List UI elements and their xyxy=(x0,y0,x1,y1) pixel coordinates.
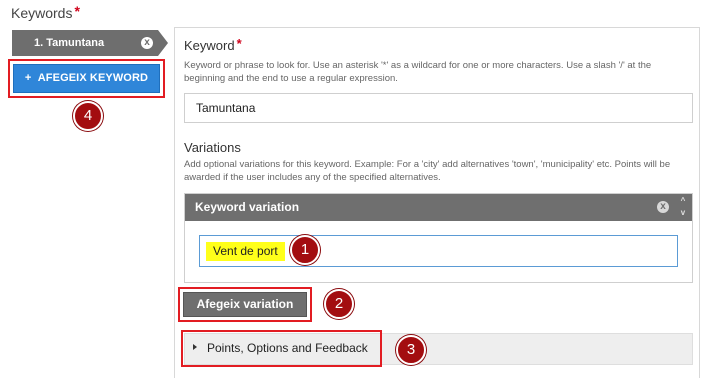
add-keyword-button[interactable]: + AFEGEIX KEYWORD xyxy=(13,64,160,93)
close-icon[interactable]: x xyxy=(141,37,153,49)
variations-label: Variations xyxy=(184,140,241,155)
annotation-badge-2: 2 xyxy=(324,289,354,319)
keyword-help-text: Keyword or phrase to look for. Use an as… xyxy=(184,60,652,84)
required-mark: * xyxy=(236,36,242,51)
keyword-variation-box: Keyword variation x ^ v Vent de port xyxy=(184,193,693,283)
caret-right-icon[interactable] xyxy=(193,344,197,350)
keyword-label-text: Keyword xyxy=(184,38,235,53)
keyword-tab-label: 1. Tamuntana xyxy=(34,37,105,49)
annotation-box-3: Points, Options and Feedback xyxy=(181,330,382,367)
keywords-title: Keywords * xyxy=(11,3,80,21)
keyword-variation-title: Keyword variation xyxy=(195,200,300,214)
required-mark: * xyxy=(74,3,80,19)
annotation-box-4: + AFEGEIX KEYWORD xyxy=(8,59,165,98)
keywords-title-text: Keywords xyxy=(11,5,73,21)
add-variation-button[interactable]: Afegeix variation xyxy=(183,292,307,317)
options-section-label[interactable]: Points, Options and Feedback xyxy=(207,341,368,355)
close-icon[interactable]: x xyxy=(657,201,669,213)
annotation-badge-4: 4 xyxy=(73,101,103,131)
annotation-badge-3: 3 xyxy=(396,335,426,365)
reorder-arrows[interactable]: ^ v xyxy=(678,195,688,220)
keyword-field-label: Keyword * xyxy=(184,36,242,53)
keyword-variation-header: Keyword variation x ^ v xyxy=(185,194,692,221)
plus-icon: + xyxy=(24,72,32,84)
keyword-editor-panel: Keyword * Keyword or phrase to look for. … xyxy=(174,27,700,378)
variation-input[interactable]: Vent de port xyxy=(199,235,678,267)
keyword-tab-tamuntana[interactable]: 1. Tamuntana x xyxy=(12,30,168,56)
annotation-badge-1: 1 xyxy=(290,235,320,265)
add-keyword-label: AFEGEIX KEYWORD xyxy=(37,72,149,84)
chevron-up-icon[interactable]: ^ xyxy=(678,195,688,207)
keyword-input[interactable]: Tamuntana xyxy=(184,93,693,123)
annotation-box-2: Afegeix variation xyxy=(178,287,312,322)
variation-value: Vent de port xyxy=(206,242,285,261)
variations-help-text: Add optional variations for this keyword… xyxy=(184,159,671,183)
chevron-down-icon[interactable]: v xyxy=(678,207,688,219)
